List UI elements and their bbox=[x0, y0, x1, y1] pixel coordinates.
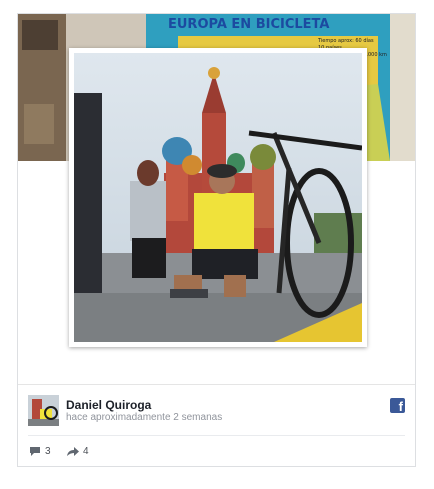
facebook-icon[interactable]: f bbox=[390, 398, 405, 413]
comments-stat[interactable]: 3 bbox=[29, 446, 51, 457]
comment-icon bbox=[30, 447, 40, 456]
cover-banner-title: EUROPA EN BICICLETA bbox=[168, 17, 329, 32]
author-name[interactable]: Daniel Quiroga bbox=[66, 398, 151, 412]
divider bbox=[18, 384, 415, 385]
comments-count: 3 bbox=[45, 446, 51, 457]
cover-banner-line-1: Tiempo aprox: 60 días bbox=[317, 37, 374, 44]
shares-stat[interactable]: 4 bbox=[66, 446, 89, 457]
avatar[interactable] bbox=[28, 395, 59, 426]
shares-count: 4 bbox=[83, 446, 89, 457]
post-card[interactable]: EUROPA EN BICICLETA Tiempo aprox: 60 día… bbox=[17, 13, 416, 467]
share-icon bbox=[67, 446, 79, 456]
post-timestamp[interactable]: hace aproximadamente 2 semanas bbox=[66, 412, 222, 423]
divider bbox=[28, 435, 405, 436]
main-photo[interactable] bbox=[69, 48, 367, 347]
